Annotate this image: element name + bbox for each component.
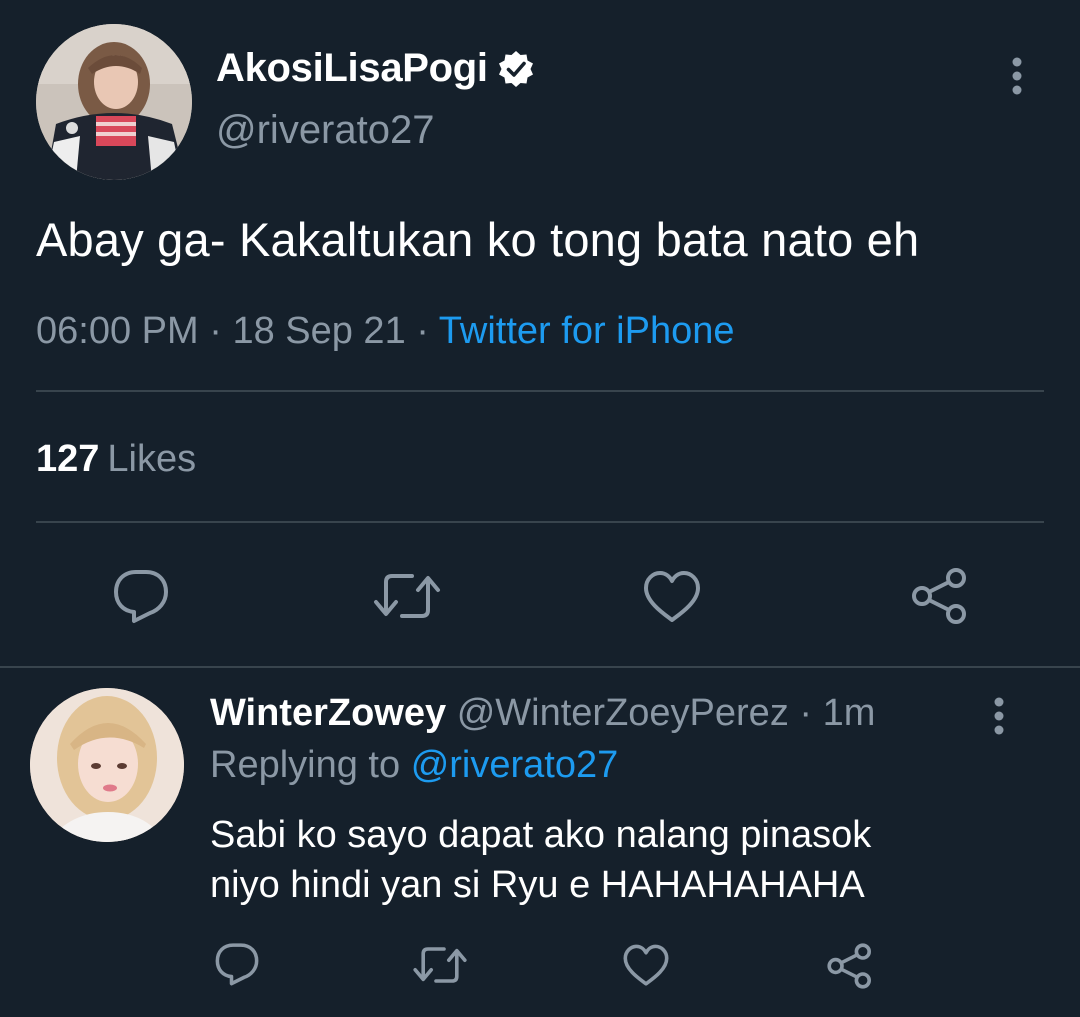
main-display-name[interactable]: AkosiLisaPogi <box>216 46 488 91</box>
likes-label: Likes <box>107 438 197 480</box>
avatar-image <box>30 688 184 842</box>
section-divider <box>0 666 1080 668</box>
avatar-image <box>36 24 192 180</box>
replying-to-mention[interactable]: @riverato27 <box>411 744 619 786</box>
tweet-time: 06:00 PM <box>36 310 199 352</box>
more-options-icon[interactable] <box>1002 56 1032 98</box>
reply-icon[interactable] <box>112 568 170 624</box>
more-options-icon[interactable] <box>984 696 1014 736</box>
meta-separator: · <box>416 310 429 352</box>
retweet-icon[interactable] <box>372 570 442 622</box>
share-icon[interactable] <box>826 942 874 990</box>
reply-icon[interactable] <box>214 942 260 986</box>
reply-avatar[interactable] <box>30 688 184 842</box>
replying-to: Replying to @riverato27 <box>210 744 618 787</box>
tweet-date: 18 Sep 21 <box>232 310 406 352</box>
reply-text-line: Sabi ko sayo dapat ako nalang pinasok <box>210 814 872 856</box>
meta-separator: · <box>209 310 222 352</box>
likes-stat[interactable]: 127 Likes <box>36 438 196 481</box>
likes-count: 127 <box>36 438 100 480</box>
divider <box>36 521 1044 523</box>
tweet-source-link[interactable]: Twitter for iPhone <box>439 310 735 352</box>
reply-text-line: niyo hindi yan si Ryu e HAHAHAHAHA <box>210 864 865 906</box>
replying-to-label: Replying to <box>210 744 401 786</box>
reply-time: 1m <box>822 692 876 734</box>
reply-header: WinterZowey @WinterZoeyPerez · 1m <box>210 692 875 735</box>
tweet-detail-screen: AkosiLisaPogi @riverato27 Abay ga- Kakal… <box>0 0 1080 1017</box>
divider <box>36 390 1044 392</box>
meta-separator: · <box>799 692 813 734</box>
retweet-icon[interactable] <box>412 944 468 986</box>
reply-display-name[interactable]: WinterZowey <box>210 692 446 734</box>
main-handle[interactable]: @riverato27 <box>216 108 434 153</box>
tweet-text: Abay ga- Kakaltukan ko tong bata nato eh <box>36 213 920 266</box>
reply-handle[interactable]: @WinterZoeyPerez <box>457 692 789 734</box>
share-icon[interactable] <box>910 566 970 626</box>
reply-text: Sabi ko sayo dapat ako nalang pinasok ni… <box>210 810 1010 910</box>
verified-badge-icon <box>498 50 533 87</box>
main-avatar[interactable] <box>36 24 192 180</box>
tweet-meta: 06:00 PM · 18 Sep 21 · Twitter for iPhon… <box>36 310 734 353</box>
like-icon[interactable] <box>622 944 670 987</box>
main-author-row: AkosiLisaPogi <box>216 46 536 91</box>
like-icon[interactable] <box>642 570 702 624</box>
